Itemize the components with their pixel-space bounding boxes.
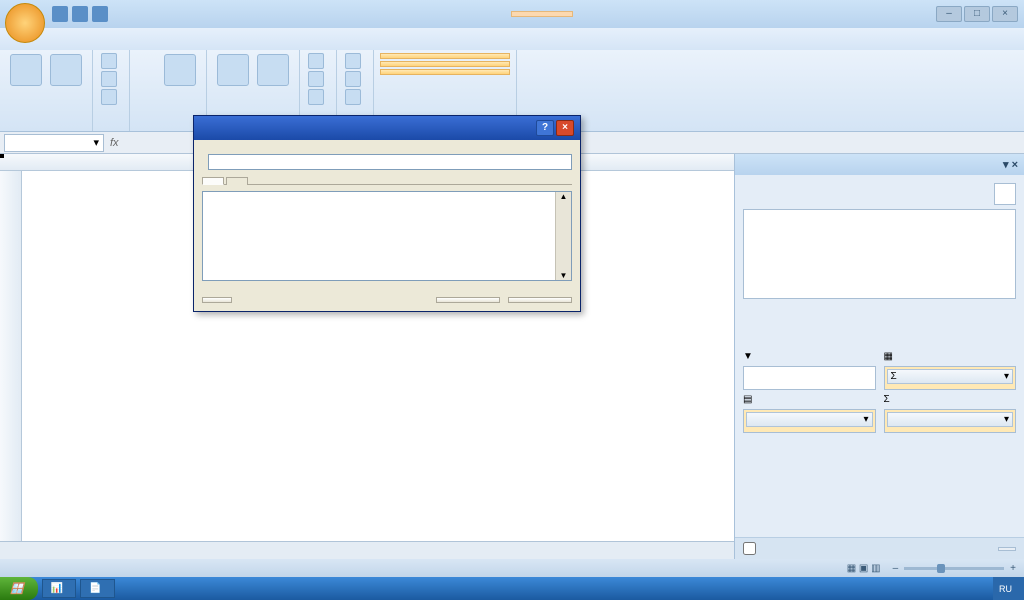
taskbar: 🪟 📊 📄 RU	[0, 577, 1024, 600]
filter-area[interactable]	[743, 366, 876, 390]
value-field-settings-dialog: ?× ▲▼	[193, 115, 581, 312]
language-icon[interactable]: RU	[999, 584, 1012, 594]
group-field-button[interactable]	[99, 88, 123, 106]
field-headers-button[interactable]	[380, 69, 510, 75]
quick-access-toolbar	[52, 6, 108, 22]
ribbon-tabs	[0, 28, 1024, 50]
status-bar: ▦ ▣ ▥ –+	[0, 559, 1024, 577]
taskbar-app-excel[interactable]: 📊	[42, 579, 76, 598]
scroll-down-icon[interactable]: ▼	[560, 271, 568, 280]
close-pane-icon[interactable]: ×	[1012, 159, 1018, 171]
start-button[interactable]: 🪟	[0, 577, 38, 600]
fx-icon[interactable]: fx	[110, 137, 119, 149]
dropdown-icon[interactable]: ▾	[1003, 159, 1009, 171]
minimize-button[interactable]: –	[936, 6, 962, 22]
values-area[interactable]: ▾	[884, 409, 1017, 433]
operation-list[interactable]: ▲▼	[202, 191, 572, 281]
custom-name-input[interactable]	[208, 154, 572, 170]
field-list[interactable]	[743, 209, 1016, 299]
update-button[interactable]	[998, 547, 1016, 551]
restore-button[interactable]: □	[964, 6, 990, 22]
rows-area[interactable]: ▾	[743, 409, 876, 433]
clear-button[interactable]	[306, 52, 330, 70]
help-icon[interactable]: ?	[536, 120, 554, 136]
move-button[interactable]	[306, 88, 330, 106]
number-format-button[interactable]	[202, 297, 232, 303]
columns-area[interactable]: Σ ▾	[884, 366, 1017, 390]
formulas-button[interactable]	[343, 70, 367, 88]
operation-tab[interactable]	[202, 177, 224, 185]
rows-area-label: ▤	[743, 394, 876, 405]
undo-icon[interactable]	[72, 6, 88, 22]
group-selection-button[interactable]	[99, 52, 123, 70]
contextual-tab-title	[511, 11, 573, 17]
pivot-chart-button[interactable]	[343, 52, 367, 70]
sort-desc-icon[interactable]	[138, 76, 158, 96]
values-area-label: Σ	[884, 394, 1017, 405]
active-field-button[interactable]	[46, 52, 86, 129]
sort-button[interactable]	[160, 52, 200, 90]
layout-icon[interactable]	[994, 183, 1016, 205]
name-box[interactable]: ▾	[4, 134, 104, 152]
scroll-up-icon[interactable]: ▲	[560, 192, 568, 201]
sort-asc-icon[interactable]	[138, 54, 158, 74]
defer-layout-checkbox[interactable]	[743, 542, 760, 555]
cancel-button[interactable]	[508, 297, 572, 303]
pivot-field-list-pane: ▾ × ▼ ▦ Σ ▾ ▤ Σ ▾ ▾	[734, 154, 1024, 559]
field-list-button[interactable]	[380, 53, 510, 59]
title-bar: – □ ×	[0, 0, 1024, 28]
select-button[interactable]	[306, 70, 330, 88]
ok-button[interactable]	[436, 297, 500, 303]
save-icon[interactable]	[52, 6, 68, 22]
zoom-control[interactable]: ▦ ▣ ▥ –+	[847, 563, 1016, 574]
chevron-down-icon[interactable]: ▾	[93, 136, 99, 149]
plusminus-button[interactable]	[380, 61, 510, 67]
olap-button[interactable]	[343, 88, 367, 106]
taskbar-app-word[interactable]: 📄	[80, 579, 114, 598]
close-button[interactable]: ×	[992, 6, 1018, 22]
additional-calc-tab[interactable]	[226, 177, 248, 185]
system-tray[interactable]: RU	[993, 577, 1024, 600]
columns-area-label: ▦	[884, 351, 1017, 362]
sheet-tabs	[0, 541, 734, 559]
redo-icon[interactable]	[92, 6, 108, 22]
close-dialog-icon[interactable]: ×	[556, 120, 574, 136]
office-button[interactable]	[5, 3, 45, 43]
filter-area-label: ▼	[743, 351, 876, 362]
ungroup-button[interactable]	[99, 70, 123, 88]
pivot-table-button[interactable]	[6, 52, 46, 129]
